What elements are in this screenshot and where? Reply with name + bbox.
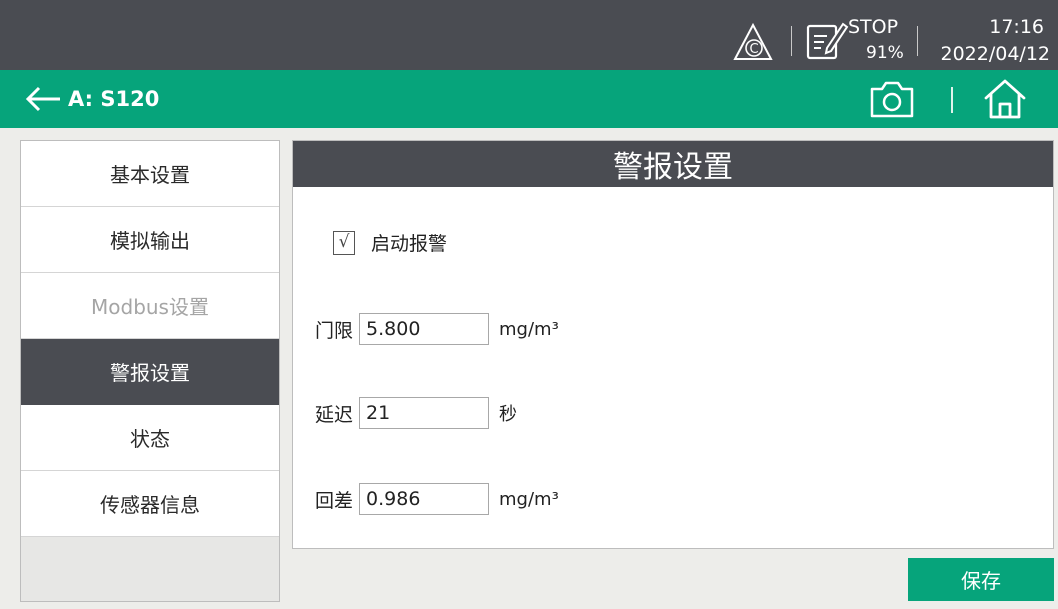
sidebar-item-sensor-info[interactable]: 传感器信息 (21, 471, 279, 537)
delay-unit: 秒 (499, 404, 518, 425)
battery-percent: 91% (866, 43, 904, 63)
home-icon[interactable] (982, 77, 1028, 121)
delay-row: 延迟 秒 (315, 397, 517, 429)
alarm-settings-panel: 警报设置 √ 启动报警 门限 mg/m³ 延迟 秒 回差 mg/m³ (292, 140, 1054, 549)
save-button[interactable]: 保存 (908, 558, 1054, 601)
enable-alarm-label: 启动报警 (371, 233, 448, 255)
edit-document-icon[interactable] (805, 18, 849, 62)
delay-label: 延迟 (315, 403, 354, 426)
run-state-label: STOP (848, 16, 899, 38)
back-arrow-icon (25, 86, 60, 112)
clock-time: 17:16 (989, 16, 1044, 38)
hysteresis-input[interactable] (359, 483, 490, 515)
sidebar-item-label: 状态 (130, 427, 170, 451)
settings-sidebar: 基本设置 模拟输出 Modbus设置 警报设置 状态 传感器信息 (20, 140, 280, 602)
title-separator (951, 87, 953, 113)
svg-text:C: C (749, 42, 758, 57)
sidebar-item-analog-output[interactable]: 模拟输出 (21, 207, 279, 273)
sidebar-item-basic-settings[interactable]: 基本设置 (21, 141, 279, 207)
sidebar-item-alarm-settings[interactable]: 警报设置 (21, 339, 279, 405)
enable-alarm-checkbox[interactable]: √ (333, 230, 355, 255)
hysteresis-unit: mg/m³ (499, 488, 559, 510)
sidebar-item-label: 基本设置 (110, 163, 190, 187)
status-separator (917, 26, 918, 56)
delay-input[interactable] (359, 397, 490, 429)
sidebar-item-label: 警报设置 (110, 361, 190, 385)
back-button[interactable]: A: S120 (22, 70, 159, 128)
title-bar: A: S120 (0, 70, 1058, 128)
threshold-label: 门限 (315, 319, 354, 342)
hysteresis-label: 回差 (315, 489, 354, 512)
sidebar-item-label: 模拟输出 (110, 229, 190, 253)
sidebar-item-label: Modbus设置 (91, 295, 209, 319)
enable-alarm-toggle[interactable]: √ 启动报警 (333, 229, 447, 256)
threshold-unit: mg/m³ (499, 318, 559, 340)
sidebar-item-label: 传感器信息 (100, 493, 200, 517)
warning-c-icon[interactable]: C (732, 22, 774, 62)
sidebar-item-modbus-settings: Modbus设置 (21, 273, 279, 339)
threshold-input[interactable] (359, 313, 490, 345)
clock-date: 2022/04/12 (940, 43, 1050, 65)
device-title: A: S120 (68, 87, 160, 111)
threshold-row: 门限 mg/m³ (315, 313, 559, 345)
hysteresis-row: 回差 mg/m³ (315, 483, 559, 515)
panel-title: 警报设置 (293, 141, 1053, 187)
status-bar: C STOP 91% 17:16 2022/04/12 (0, 0, 1058, 70)
camera-icon[interactable] (868, 78, 916, 120)
sidebar-item-status[interactable]: 状态 (21, 405, 279, 471)
status-separator (791, 26, 792, 56)
